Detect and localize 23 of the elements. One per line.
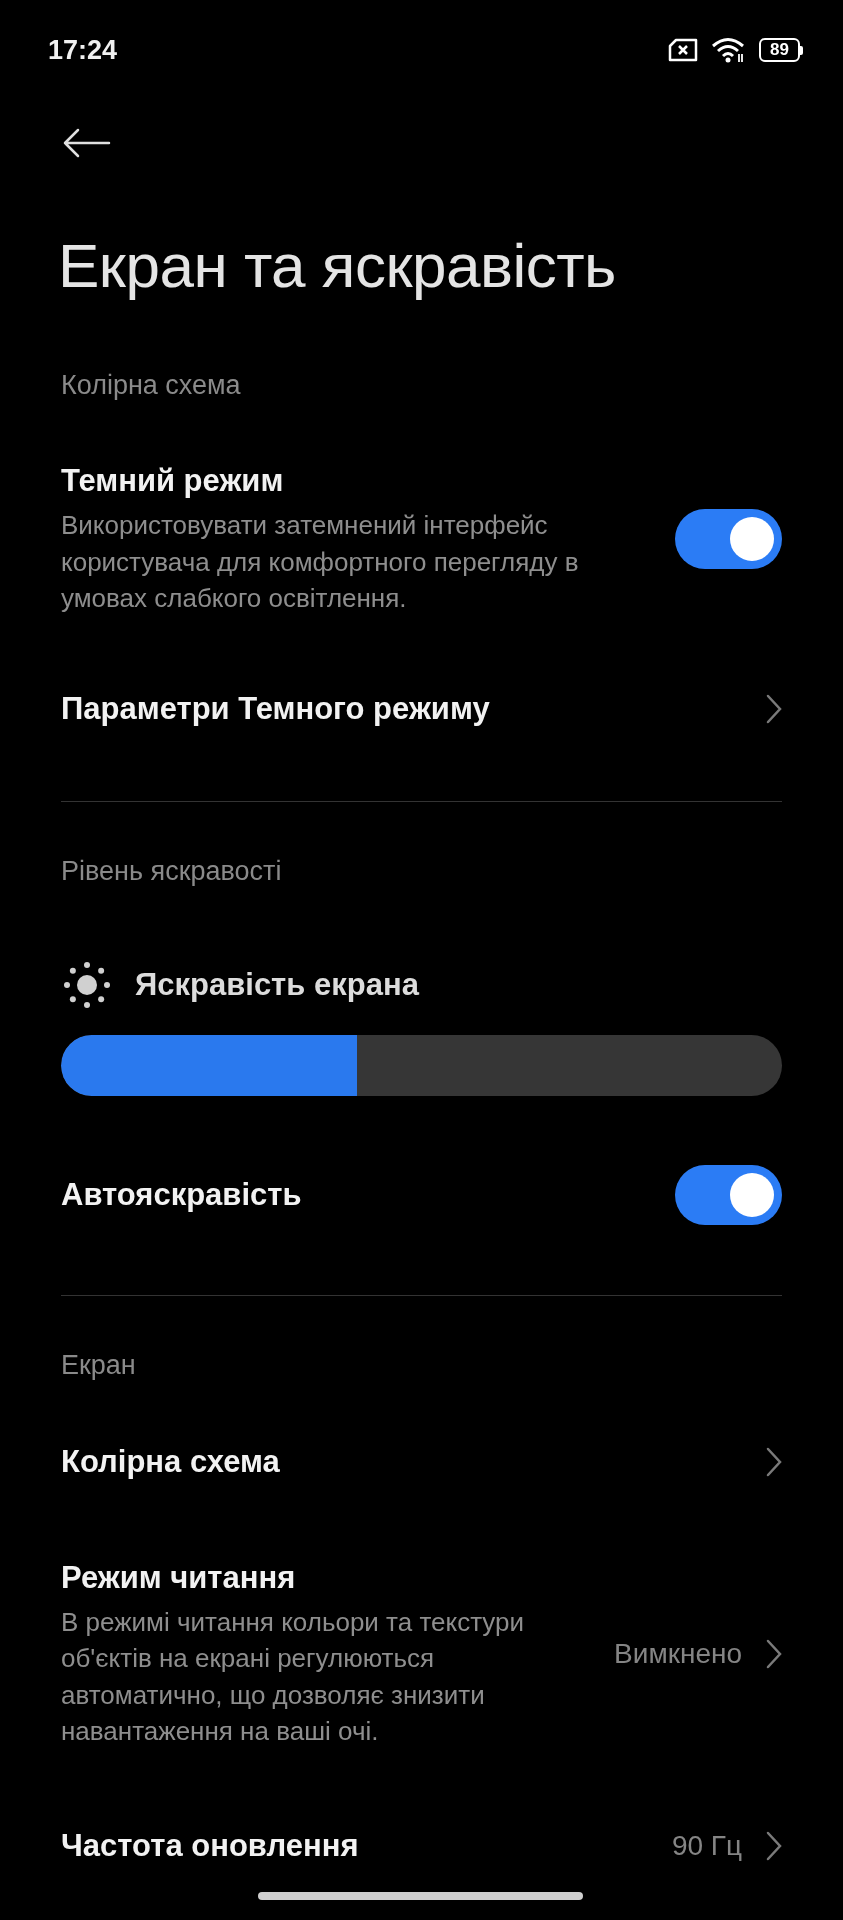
chevron-right-icon — [766, 1446, 782, 1477]
setting-title: Темний режим — [61, 462, 285, 500]
setting-description: Використовувати затемнений інтерфейс користувача для комфортного перегляду в умовах слабкого освітлення. — [61, 509, 580, 615]
setting-description: В режимі читання кольори та текстури об'єктів на екрані регулюються автоматично, що дозволяє знизити навантаження на ваші очі. — [61, 1605, 526, 1748]
section-header: Рівень яскравості — [60, 855, 283, 888]
section-header: Колірна схема — [60, 368, 242, 402]
setting-title[interactable]: Колірна схема — [61, 1441, 742, 1482]
setting-title: Автояскравість — [61, 1175, 303, 1214]
status-time: 17:24 — [48, 34, 118, 66]
slider-label: Яскравість екрана — [135, 966, 419, 1003]
setting-title[interactable]: Частота оновлення — [61, 1825, 648, 1866]
chevron-right-icon — [766, 1830, 782, 1861]
chevron-right-icon — [766, 693, 782, 724]
setting-value: 90 Гц — [671, 1829, 742, 1862]
page-title: Екран та яскравість — [57, 229, 617, 302]
battery-indicator: 89 — [759, 38, 803, 62]
setting-value: Вимкнено — [614, 1637, 742, 1670]
sim-card-icon — [667, 38, 700, 62]
chevron-right-icon — [766, 1638, 782, 1669]
setting-title[interactable]: Параметри Темного режиму — [61, 688, 742, 729]
section-header: Екран — [60, 1349, 137, 1382]
sun-icon — [63, 960, 111, 1009]
setting-title[interactable]: Режим читання — [61, 1557, 591, 1598]
